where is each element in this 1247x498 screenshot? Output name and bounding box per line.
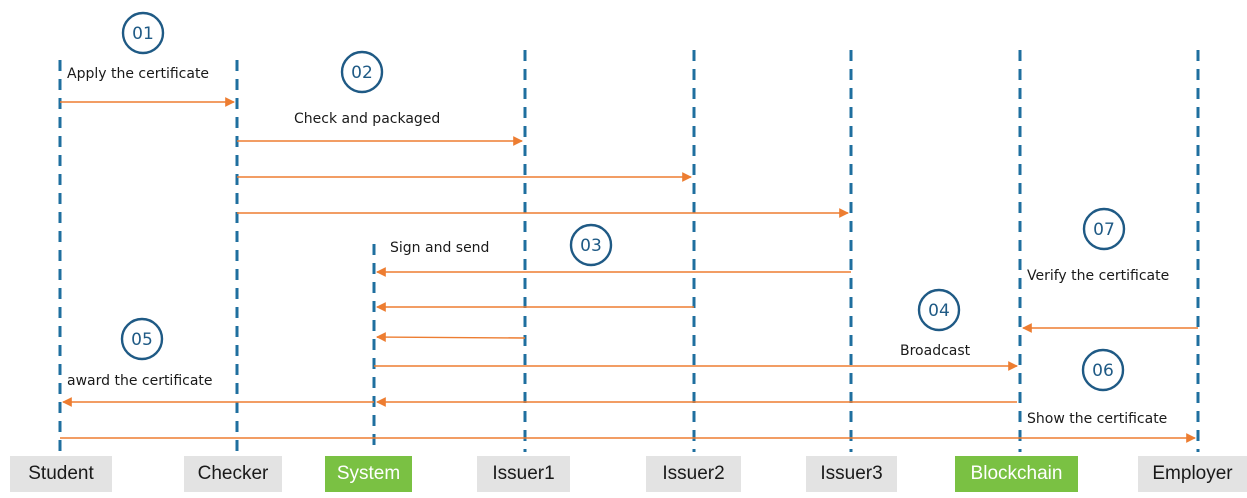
message-label: Broadcast bbox=[900, 343, 971, 359]
actor-issuer2: Issuer2 bbox=[646, 456, 741, 492]
step-number: 06 bbox=[1092, 361, 1114, 381]
step-number: 04 bbox=[928, 301, 950, 321]
sequence-diagram: Apply the certificate Check and packaged S… bbox=[58, 11, 1200, 452]
message-arrow-issuer1-to-system bbox=[376, 332, 526, 342]
actor-blockchain: Blockchain bbox=[955, 456, 1078, 492]
step-number: 02 bbox=[351, 63, 373, 83]
message-label: Verify the certificate bbox=[1027, 268, 1169, 284]
message-label: Check and packaged bbox=[294, 111, 440, 127]
message-label: Sign and send bbox=[390, 240, 489, 256]
step-badge: 04 bbox=[917, 288, 961, 332]
step-number: 03 bbox=[580, 236, 602, 256]
step-badge: 05 bbox=[120, 317, 164, 361]
actor-employer: Employer bbox=[1138, 456, 1247, 492]
message-label: award the certificate bbox=[67, 373, 213, 389]
actor-issuer3: Issuer3 bbox=[806, 456, 897, 492]
step-badge: 02 bbox=[340, 50, 384, 94]
actor-checker: Checker bbox=[184, 456, 282, 492]
step-badge: 01 bbox=[121, 11, 165, 55]
message-label: Show the certificate bbox=[1027, 411, 1167, 427]
actor-student: Student bbox=[10, 456, 112, 492]
step-number: 01 bbox=[132, 24, 154, 44]
step-number: 05 bbox=[131, 330, 153, 350]
actor-issuer1: Issuer1 bbox=[477, 456, 570, 492]
step-number: 07 bbox=[1093, 220, 1115, 240]
step-badge: 03 bbox=[569, 223, 613, 267]
actor-system: System bbox=[325, 456, 412, 492]
step-badge: 06 bbox=[1081, 348, 1125, 392]
message-label: Apply the certificate bbox=[67, 66, 209, 82]
step-badge: 07 bbox=[1082, 207, 1126, 251]
